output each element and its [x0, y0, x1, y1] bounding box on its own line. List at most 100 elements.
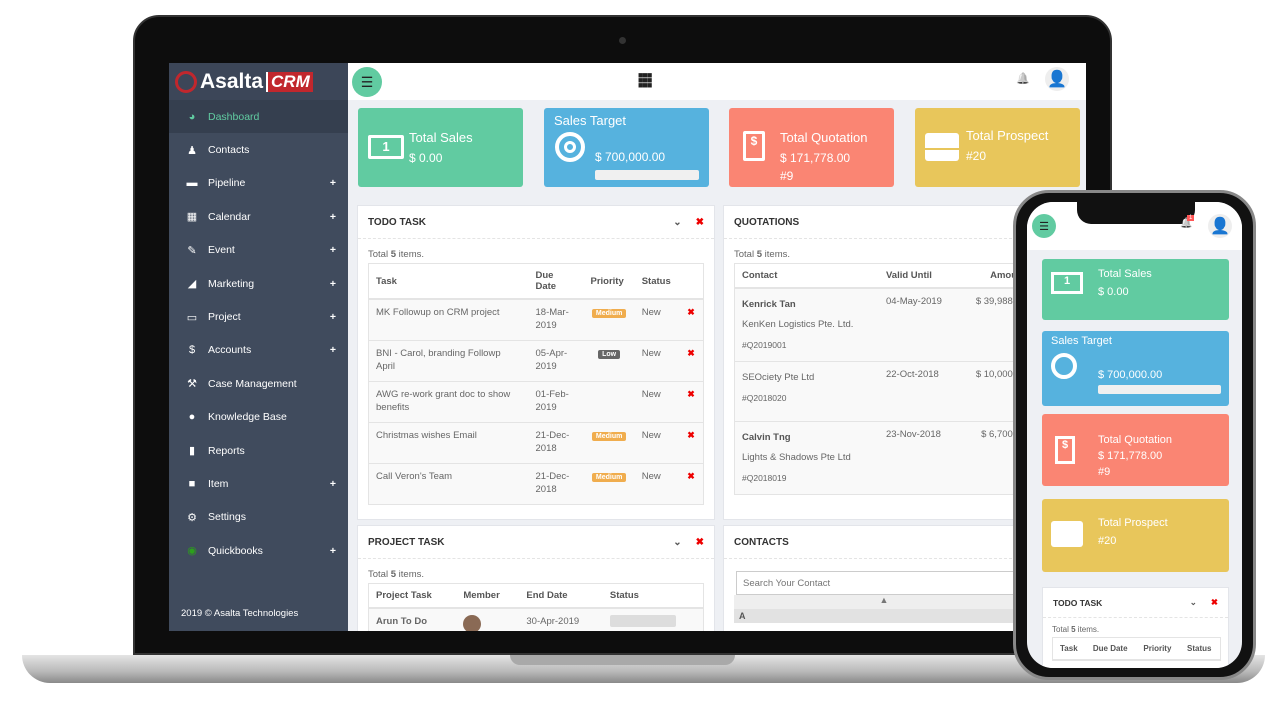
task-name: Call Veron's Team: [368, 462, 529, 504]
valid-until: 23-Nov-2018: [878, 421, 960, 495]
sidebar-item-project[interactable]: ▭ Project +: [169, 300, 348, 333]
due-date: 01-Feb-2019: [528, 380, 584, 422]
expand-plus-icon[interactable]: +: [330, 211, 336, 223]
expand-plus-icon[interactable]: +: [330, 478, 336, 490]
contact-search-input[interactable]: [736, 571, 1026, 595]
phone-notch: [1077, 202, 1195, 224]
sidebar-item-settings[interactable]: ⚙ Settings: [169, 501, 348, 534]
dollar-icon: $: [188, 344, 196, 357]
table-row[interactable]: MK Followup on CRM project 18-Mar-2019 Med…: [368, 298, 704, 340]
delete-icon[interactable]: ✖: [680, 380, 704, 422]
column-header: Task: [1052, 637, 1086, 661]
expand-plus-icon[interactable]: +: [330, 344, 336, 356]
contact-name[interactable]: Calvin Tng: [742, 428, 872, 448]
folder-icon: ■: [188, 477, 196, 490]
panel-title: CONTACTS: [734, 536, 789, 548]
menu-toggle-button[interactable]: ☰: [1032, 214, 1056, 238]
person-icon: ♟: [187, 144, 197, 157]
table-row[interactable]: AWG re-work grant doc to show benefits 01…: [368, 380, 704, 422]
expand-plus-icon[interactable]: +: [330, 311, 336, 323]
sales-target-card[interactable]: Sales Target $ 700,000.00: [1042, 331, 1229, 406]
status: New: [634, 462, 681, 504]
sidebar-item-label: Dashboard: [208, 110, 260, 123]
total-sales-card[interactable]: 1 Total Sales $ 0.00: [1042, 259, 1229, 320]
expand-plus-icon[interactable]: +: [330, 177, 336, 189]
due-date: 21-Dec-2018: [528, 462, 584, 504]
target-icon: [1051, 353, 1077, 379]
table-row[interactable]: Calvin Tng Lights & Shadows Pte Ltd #Q2018…: [734, 421, 1034, 495]
sidebar-item-label: Event: [208, 244, 235, 257]
table-row[interactable]: Arun To Do 30-Apr-2019: [368, 607, 704, 631]
panel-title: QUOTATIONS: [734, 216, 800, 228]
quotation-ref: #Q2018019: [742, 473, 787, 483]
close-icon[interactable]: ✖: [1211, 597, 1218, 608]
close-icon[interactable]: ✖: [696, 217, 704, 228]
sidebar-item-event[interactable]: ✎ Event +: [169, 234, 348, 267]
scroll-up-arrow-icon[interactable]: ▲: [734, 595, 1034, 609]
logo-text: Asalta: [200, 69, 264, 93]
hamburger-icon: ☰: [360, 73, 374, 90]
table-row[interactable]: Call Veron's Team 21-Dec-2018 Medium New ✖: [368, 462, 704, 504]
bell-icon[interactable]: 🔔: [1016, 72, 1030, 85]
due-date: 05-Apr-2019: [528, 339, 584, 381]
sales-target-card[interactable]: Sales Target $ 700,000.00: [544, 108, 709, 187]
sidebar-item-knowledge-base[interactable]: ● Knowledge Base: [169, 401, 348, 434]
logo-crm: CRM: [266, 71, 313, 92]
delete-icon[interactable]: ✖: [680, 421, 704, 463]
sidebar-item-item[interactable]: ■ Item +: [169, 467, 348, 500]
sidebar-item-dashboard[interactable]: ◕ Dashboard: [169, 100, 348, 134]
priority-badge: Medium: [591, 431, 627, 441]
menu-toggle-button[interactable]: ☰: [352, 67, 382, 97]
collapse-chevron-icon[interactable]: ⌄: [1190, 597, 1197, 608]
phone-frame: ☰ 🔔 1 👤 1 Total Sales $ 0.00 Sales Target…: [1013, 190, 1256, 680]
table-row[interactable]: Kenrick Tan KenKen Logistics Pte. Ltd. #Q2…: [734, 287, 1034, 362]
top-bar: ☰ ■■■ ■■■ ■■■ 🔔 👤: [348, 63, 1086, 100]
sidebar-item-accounts[interactable]: $ Accounts +: [169, 334, 348, 367]
user-avatar[interactable]: 👤: [1208, 214, 1232, 238]
priority-badge: Low: [598, 349, 621, 359]
project-task-table: Project Task Member End Date Status Arun To …: [368, 583, 704, 631]
sidebar-item-calendar[interactable]: ▦ Calendar +: [169, 200, 348, 233]
sidebar-item-label: Quickbooks: [208, 544, 263, 557]
company-name: SEOciety Pte Ltd: [742, 372, 815, 383]
total-sales-card[interactable]: 1 Total Sales $ 0.00: [358, 108, 523, 187]
delete-icon[interactable]: ✖: [680, 298, 704, 340]
table-row[interactable]: SEOciety Pte Ltd #Q2018020 22-Oct-2018 $ 10…: [734, 361, 1034, 422]
user-avatar[interactable]: 👤: [1045, 67, 1069, 91]
expand-plus-icon[interactable]: +: [330, 545, 336, 557]
status: New: [634, 339, 681, 381]
total-prospect-card[interactable]: Total Prospect #20: [915, 108, 1080, 187]
collapse-chevron-icon[interactable]: ⌄: [673, 217, 681, 228]
close-icon[interactable]: ✖: [696, 537, 704, 548]
expand-plus-icon[interactable]: +: [330, 244, 336, 256]
project-task-panel: PROJECT TASK ⌄ ✖ Total 5 items. Project Ta…: [357, 525, 715, 631]
table-row[interactable]: BNI - Carol, branding Followp April 05-Ap…: [368, 339, 704, 381]
sidebar-item-pipeline[interactable]: ▬ Pipeline +: [169, 167, 348, 200]
contact-name[interactable]: Kenrick Tan: [742, 295, 872, 315]
due-date: 21-Dec-2018: [528, 421, 584, 463]
total-prospect-card[interactable]: Total Prospect #20: [1042, 499, 1229, 572]
table-row[interactable]: Christmas wishes Email 21-Dec-2018 Medium N…: [368, 421, 704, 463]
sidebar-item-marketing[interactable]: ◢ Marketing +: [169, 267, 348, 300]
status-button[interactable]: [609, 615, 676, 627]
panel-title: PROJECT TASK: [368, 536, 445, 548]
end-date: 30-Apr-2019: [519, 607, 603, 631]
delete-icon[interactable]: ✖: [680, 462, 704, 504]
sidebar-item-quickbooks[interactable]: ◉ Quickbooks +: [169, 534, 348, 567]
target-icon: [555, 132, 585, 162]
sidebar-item-reports[interactable]: ▮ Reports: [169, 434, 348, 467]
delete-icon[interactable]: ✖: [680, 339, 704, 381]
sidebar-item-case-management[interactable]: ⚒ Case Management: [169, 367, 348, 400]
sidebar-item-label: Reports: [208, 444, 245, 457]
gavel-icon: ⚒: [187, 378, 197, 391]
total-quotation-card[interactable]: $ Total Quotation $ 171,778.00 #9: [1042, 414, 1229, 486]
expand-plus-icon[interactable]: +: [330, 278, 336, 290]
total-quotation-card[interactable]: $ Total Quotation $ 171,778.00 #9: [729, 108, 894, 187]
bar-chart-icon: ▮: [188, 445, 196, 458]
column-header: Due Date: [528, 263, 584, 300]
logo[interactable]: Asalta CRM: [169, 63, 348, 100]
sidebar-item-contacts[interactable]: ♟ Contacts: [169, 133, 348, 166]
collapse-chevron-icon[interactable]: ⌄: [673, 537, 681, 548]
sidebar-item-label: Knowledge Base: [208, 411, 287, 424]
apps-grid-icon[interactable]: ■■■ ■■■ ■■■: [638, 71, 652, 90]
